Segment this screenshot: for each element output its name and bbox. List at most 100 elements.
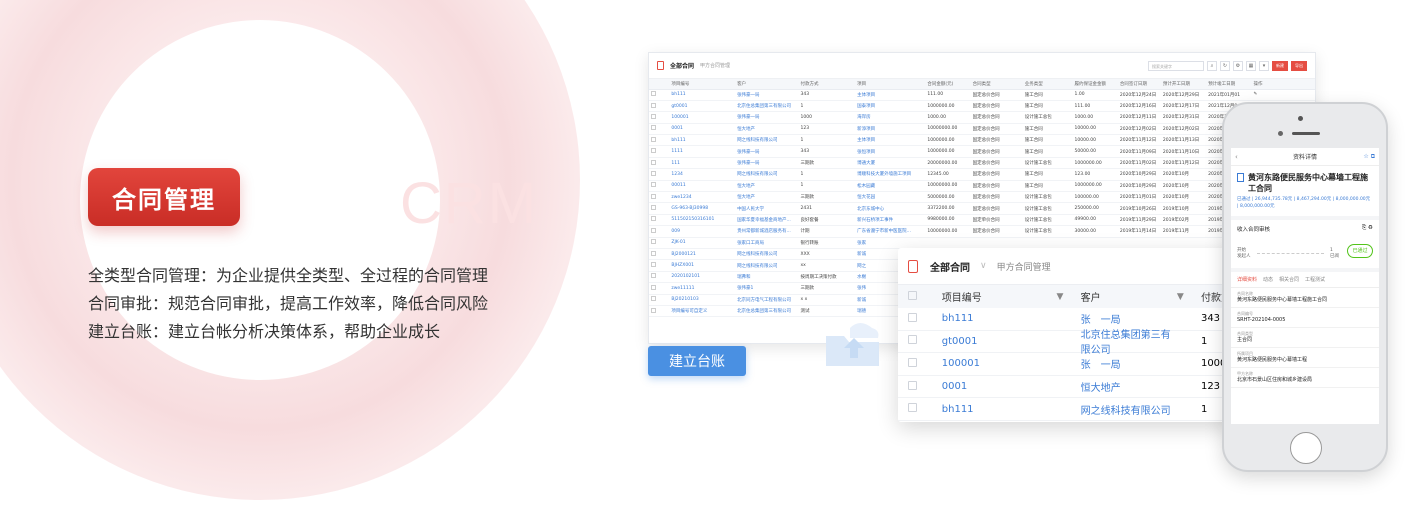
table-row[interactable]: 0001 恒大地产 123 新添项目 10000000.00 固定总价合同 施工合同 1000…	[649, 123, 1315, 136]
row-checkbox[interactable]	[649, 305, 670, 318]
col-header[interactable]: 客户	[735, 79, 799, 90]
table-cell[interactable]: BJ2000121	[669, 248, 736, 261]
table-cell[interactable]: 国泰项目	[855, 100, 926, 113]
filter-icon[interactable]: ▼	[1177, 292, 1201, 302]
table-row[interactable]: 511502150316101 国家华夏幸福基金商地产... 良好套餐 新兴石桥项工事…	[649, 214, 1315, 227]
row-checkbox[interactable]	[649, 259, 670, 272]
chevron-down-icon[interactable]: ∨	[980, 261, 987, 271]
detail-field[interactable]: 合同编号 SRHT-202104-0005	[1231, 308, 1379, 328]
col-header[interactable]: 业务类型	[1022, 79, 1073, 90]
settings-icon[interactable]: ⚙	[1233, 60, 1243, 71]
desktop-subtitle[interactable]: 甲方合同管理	[700, 62, 730, 69]
detail-field[interactable]: 合同类型 主合同	[1231, 328, 1379, 348]
table-cell[interactable]: gt0001	[669, 100, 736, 113]
table-cell[interactable]: ZJK-01	[669, 237, 736, 249]
table-cell[interactable]: 网之线科技有限公司	[735, 259, 799, 272]
table-cell[interactable]: 北京住总集团第三有限公司	[735, 100, 799, 113]
table-cell[interactable]: 网之线科技有限公司	[735, 168, 799, 181]
table-row[interactable]: gt0001 北京住总集团第三有限公司 1	[898, 330, 1238, 356]
table-cell[interactable]: 新兴石桥项工事件	[855, 214, 926, 227]
table-cell[interactable]: 博通大厦	[855, 157, 926, 170]
search-icon[interactable]: ⌕	[1207, 60, 1217, 71]
tab-related-contracts[interactable]: 相关合同	[1279, 276, 1299, 283]
table-cell[interactable]: 网之线科技有限公司	[735, 248, 799, 261]
export-button[interactable]: 导出	[1291, 60, 1307, 71]
row-checkbox[interactable]	[898, 380, 936, 393]
star-icon[interactable]: ☆ ⧉	[1363, 153, 1375, 161]
customer-name[interactable]: 张 一局	[1081, 356, 1177, 371]
table-row[interactable]: 009 贵州常都新城酒店服务有... 计期 广东省遵宁市新中医医院... 1000000…	[649, 225, 1315, 238]
table-cell[interactable]: 松木园藏	[855, 180, 926, 193]
row-checkbox[interactable]	[649, 111, 670, 124]
table-cell[interactable]: 009	[669, 225, 736, 238]
table-cell[interactable]: bh111	[669, 134, 736, 147]
table-cell[interactable]: 2020102101	[669, 271, 736, 284]
row-checkbox[interactable]	[649, 214, 670, 227]
table-row[interactable]: GS-963-BJ30998 中国人民大学 2431 北京东城中心 3372200.00…	[649, 202, 1315, 215]
table-cell[interactable]: 北京住总集团第三有限公司	[735, 305, 799, 318]
table-cell[interactable]: bh111	[669, 89, 736, 101]
table-cell[interactable]: zwe11111	[669, 282, 736, 295]
row-checkbox[interactable]	[649, 157, 670, 170]
detail-field[interactable]: 所属项目 黄河东路便民服务中心幕墙工程	[1231, 348, 1379, 368]
table-cell[interactable]: 博顺科技大厦外墙施工项目	[855, 168, 926, 181]
table-row[interactable]: gt0001 北京住总集团第三有限公司 1 国泰项目 1000000.00 固定总价合同施…	[649, 100, 1315, 113]
tab-details[interactable]: 详细资料	[1237, 276, 1257, 283]
detail-field[interactable]: 甲方名称 北京市石景山区住房和城乡建设局	[1231, 368, 1379, 388]
row-checkbox[interactable]	[649, 294, 670, 306]
table-cell[interactable]: 100001	[669, 111, 736, 124]
select-all-checkbox[interactable]	[898, 290, 936, 303]
tab-activity[interactable]: 动态	[1263, 276, 1273, 283]
table-row[interactable]: 100001 张 一局 1000	[898, 353, 1238, 376]
row-checkbox[interactable]	[649, 100, 670, 113]
col-header[interactable]: 预计开工日期	[1160, 79, 1207, 90]
col-header[interactable]: 预计竣工日期	[1206, 79, 1252, 90]
col-header[interactable]: 操作	[1251, 79, 1297, 90]
customer-name[interactable]: 网之线科技有限公司	[1081, 402, 1177, 417]
col-header[interactable]: 合同金额(元)	[925, 79, 971, 90]
table-row[interactable]: zwe1234 恒大地产 三期款 恒大花园 5000000.00 固定总价合同 设计施工总包…	[649, 191, 1315, 204]
row-checkbox[interactable]	[898, 335, 936, 347]
table-cell[interactable]: 北京同方电气工程有限公司	[735, 294, 799, 306]
table-cell[interactable]: 主体项目	[855, 89, 926, 101]
table-cell[interactable]: zwe1234	[669, 191, 736, 204]
col-header[interactable]: 项目编号	[936, 289, 1057, 304]
tab-engineering[interactable]: 工程测试	[1305, 276, 1325, 283]
row-checkbox[interactable]	[649, 191, 670, 204]
row-checkbox[interactable]	[649, 168, 670, 181]
table-row[interactable]: ZJK-01 张家口工商局 银行转账 张家	[649, 237, 1315, 249]
row-checkbox[interactable]	[649, 202, 670, 215]
refresh-icon[interactable]: ↻	[1220, 60, 1230, 71]
project-code[interactable]: bh111	[936, 313, 1057, 324]
col-header[interactable]: 合同签订日期	[1117, 79, 1161, 90]
project-code[interactable]: 100001	[936, 358, 1057, 369]
share-icon[interactable]: ⎘ ♻	[1362, 225, 1373, 233]
table-cell[interactable]: 张家口工商局	[735, 237, 799, 249]
table-cell[interactable]: 恒大地产	[735, 191, 799, 204]
home-button[interactable]	[1290, 432, 1322, 464]
col-header[interactable]: 付款方式	[798, 79, 856, 90]
col-header[interactable]: 客户	[1081, 289, 1177, 304]
row-checkbox[interactable]	[649, 180, 670, 193]
row-checkbox[interactable]	[898, 312, 936, 325]
build-ledger-button[interactable]: 建立台账	[648, 346, 746, 376]
customer-name[interactable]: 张 一局	[1081, 311, 1177, 326]
table-cell[interactable]: 张伟豪一局	[735, 157, 799, 170]
table-cell[interactable]: 项目编号可自定义	[669, 305, 736, 318]
table-cell[interactable]: 511502150316101	[669, 214, 736, 227]
col-header[interactable]: 履约保证金金额	[1072, 79, 1118, 90]
row-checkbox[interactable]	[649, 248, 670, 261]
table-cell[interactable]: 恒大地产	[735, 180, 799, 193]
table-row[interactable]: 1111 张伟豪一局 343 张恒项目 1000000.00 固定总价合同 施工合同 5000…	[649, 145, 1315, 158]
table-row[interactable]: bh111 张伟豪一局 343 主体项目 111.00 固定总价合同 施工合同 1.00 202…	[649, 89, 1315, 101]
edit-icon[interactable]: ✎	[1251, 89, 1297, 101]
row-checkbox[interactable]	[649, 89, 670, 101]
table-cell[interactable]: 国家华夏幸福基金商地产...	[735, 214, 799, 227]
row-checkbox[interactable]	[898, 357, 936, 370]
search-input[interactable]: 搜索关键字	[1148, 60, 1204, 71]
detail-field[interactable]: 合同名称 黄河东路便民服务中心幕墙工程施工合同	[1231, 288, 1379, 308]
customer-name[interactable]: 北京住总集团第三有限公司	[1081, 326, 1177, 356]
table-cell[interactable]: 00011	[669, 180, 736, 193]
table-row[interactable]: 100001 张伟豪一局 1000 海岸房 1000.00 固定总价合同 设计施工总包 100…	[649, 111, 1315, 124]
table-cell[interactable]: 张伟豪一局	[735, 111, 799, 124]
